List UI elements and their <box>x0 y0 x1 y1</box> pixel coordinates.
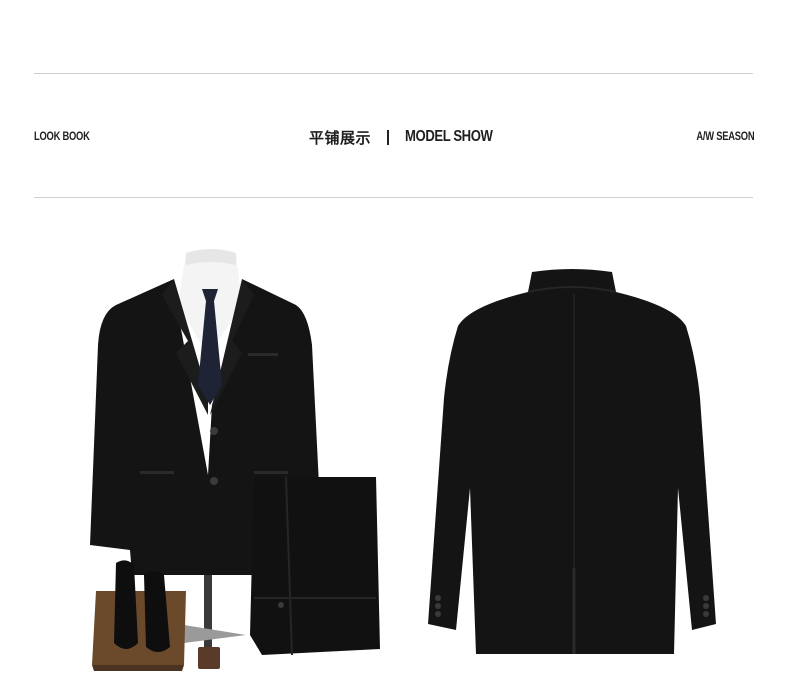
look-book-label: LOOK BOOK <box>34 129 90 143</box>
title-english: MODEL SHOW <box>405 128 493 145</box>
section-title: 平铺展示 MODEL SHOW <box>309 126 512 148</box>
season-label: A/W SEASON <box>696 129 754 143</box>
suit-front-photo <box>90 249 380 671</box>
suit-back-photo <box>428 269 716 654</box>
title-separator <box>387 129 390 145</box>
top-divider-line <box>34 73 753 74</box>
title-chinese: 平铺展示 <box>309 128 372 147</box>
bottom-divider-line <box>34 197 753 198</box>
